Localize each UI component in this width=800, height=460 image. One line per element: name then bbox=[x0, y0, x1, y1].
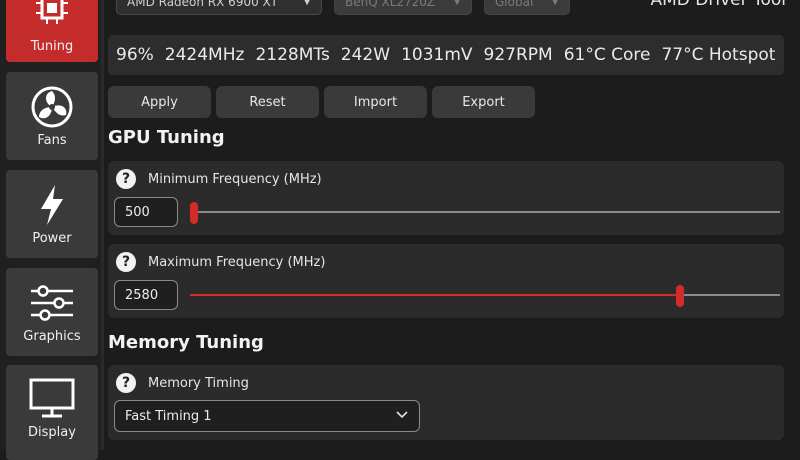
max-frequency-slider[interactable] bbox=[190, 285, 780, 307]
slider-track bbox=[190, 211, 780, 213]
max-frequency-label: Maximum Frequency (MHz) bbox=[148, 255, 326, 270]
slider-thumb[interactable] bbox=[675, 285, 684, 307]
lightning-icon bbox=[35, 183, 69, 227]
help-icon[interactable]: ? bbox=[116, 252, 136, 272]
app-title: AMD Driver Tool bbox=[650, 0, 786, 10]
chevron-down-icon: ▼ bbox=[303, 0, 311, 7]
max-frequency-panel: ? Maximum Frequency (MHz) 2580 bbox=[108, 244, 784, 318]
memory-timing-value: Fast Timing 1 bbox=[125, 408, 212, 424]
memory-timing-label: Memory Timing bbox=[148, 376, 249, 391]
stats-bar: 96% 2424MHz 2128MTs 242W 1031mV 927RPM 6… bbox=[108, 35, 784, 75]
monitor-select[interactable]: BenQ XL2720Z ▼ bbox=[334, 0, 472, 15]
min-frequency-input[interactable]: 500 bbox=[114, 197, 178, 227]
stat-power: 242W bbox=[340, 45, 391, 65]
slider-thumb[interactable] bbox=[190, 202, 198, 224]
help-icon[interactable]: ? bbox=[116, 373, 136, 393]
stat-utilization: 96% bbox=[116, 45, 154, 65]
stat-core-clock: 2424MHz bbox=[164, 45, 245, 65]
stat-voltage: 1031mV bbox=[401, 45, 473, 65]
fan-icon bbox=[30, 85, 74, 129]
scope-select-value: Global bbox=[495, 0, 534, 9]
min-frequency-panel: ? Minimum Frequency (MHz) 500 bbox=[108, 161, 784, 235]
scope-select[interactable]: Global ▼ bbox=[484, 0, 570, 15]
nav-graphics-label: Graphics bbox=[23, 328, 81, 344]
nav-display-label: Display bbox=[28, 425, 76, 440]
reset-button[interactable]: Reset bbox=[216, 86, 319, 118]
stat-fan-speed: 927RPM bbox=[483, 45, 553, 65]
chip-icon bbox=[32, 0, 72, 35]
min-frequency-label: Minimum Frequency (MHz) bbox=[148, 172, 322, 187]
apply-button[interactable]: Apply bbox=[108, 86, 211, 118]
max-frequency-input[interactable]: 2580 bbox=[114, 280, 178, 310]
nav-tuning-button[interactable]: Tuning bbox=[6, 0, 98, 62]
nav-power-label: Power bbox=[32, 230, 72, 246]
stat-hotspot-temp: 77°C Hotspot bbox=[661, 45, 776, 65]
min-frequency-slider[interactable] bbox=[190, 202, 780, 224]
sidebar: Tuning Fans Power Graphics Display bbox=[0, 0, 104, 460]
nav-fans-label: Fans bbox=[37, 132, 67, 148]
nav-display-button[interactable]: Display bbox=[6, 365, 98, 460]
monitor-select-value: BenQ XL2720Z bbox=[345, 0, 436, 9]
gpu-select-value: AMD Radeon RX 6900 XT bbox=[127, 0, 278, 9]
chevron-down-icon: ▼ bbox=[453, 0, 461, 7]
nav-fans-button[interactable]: Fans bbox=[6, 72, 98, 160]
help-icon[interactable]: ? bbox=[116, 169, 136, 189]
stat-memory-speed: 2128MTs bbox=[255, 45, 330, 65]
nav-graphics-button[interactable]: Graphics bbox=[6, 268, 98, 356]
chevron-down-icon: ▼ bbox=[551, 0, 559, 7]
chevron-down-icon bbox=[395, 409, 409, 424]
monitor-icon bbox=[28, 377, 76, 421]
sliders-icon bbox=[29, 281, 75, 325]
slider-fill bbox=[190, 294, 680, 296]
nav-tuning-label: Tuning bbox=[30, 39, 74, 54]
memory-tuning-heading: Memory Tuning bbox=[108, 332, 264, 353]
nav-power-button[interactable]: Power bbox=[6, 170, 98, 258]
export-button[interactable]: Export bbox=[432, 86, 535, 118]
gpu-tuning-heading: GPU Tuning bbox=[108, 127, 225, 148]
memory-timing-panel: ? Memory Timing Fast Timing 1 bbox=[108, 365, 784, 440]
import-button[interactable]: Import bbox=[324, 86, 427, 118]
gpu-select[interactable]: AMD Radeon RX 6900 XT ▼ bbox=[116, 0, 322, 15]
stat-core-temp: 61°C Core bbox=[563, 45, 651, 65]
memory-timing-select[interactable]: Fast Timing 1 bbox=[114, 400, 420, 432]
